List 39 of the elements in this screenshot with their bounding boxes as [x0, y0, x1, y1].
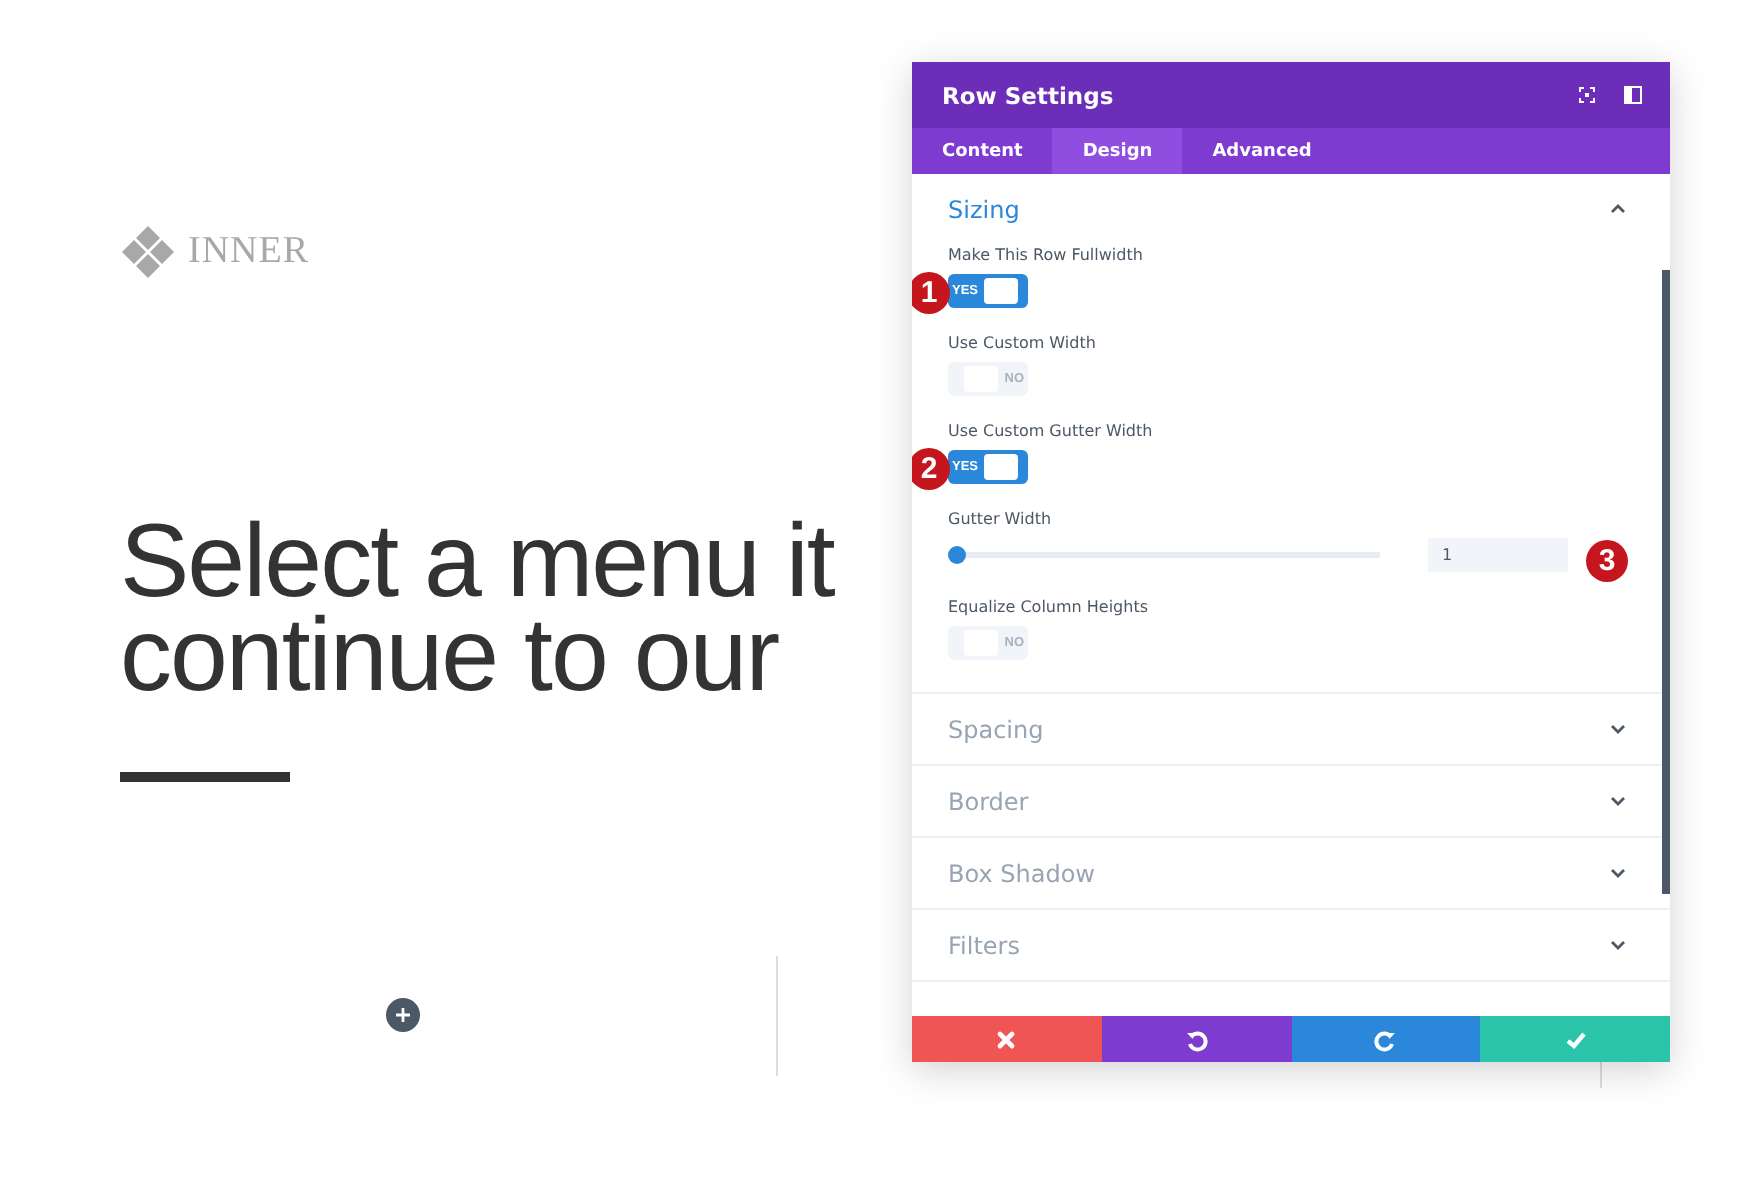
logo-text: INNER: [188, 230, 310, 274]
close-icon: [994, 1027, 1019, 1051]
page-heading: Select a menu it continue to our: [120, 516, 834, 704]
sidebar-icon[interactable]: [1624, 86, 1642, 104]
chevron-icon[interactable]: [1610, 204, 1626, 214]
number-badge: 3: [1586, 540, 1628, 582]
setting-label: Make This Row Fullwidth: [948, 246, 1145, 264]
setting-label: Equalize Column Heights: [948, 598, 1151, 616]
undo-icon: [1184, 1027, 1209, 1051]
number-badge: 1: [912, 272, 950, 314]
section-title[interactable]: Sizing: [948, 195, 1020, 223]
chevron-icon[interactable]: [1610, 940, 1626, 950]
chevron-icon[interactable]: [1610, 796, 1626, 806]
setting-label: Use Custom Width: [948, 334, 1098, 352]
redo-icon: [1373, 1027, 1398, 1051]
chevron-icon[interactable]: [1610, 868, 1626, 878]
setting-label: Use Custom Gutter Width: [948, 422, 1155, 440]
scrollbar[interactable]: [1662, 270, 1670, 894]
add-icon[interactable]: [386, 998, 420, 1032]
expand-icon[interactable]: [1578, 86, 1596, 104]
setting-label: Gutter Width: [948, 510, 1054, 528]
tab[interactable]: Content: [912, 128, 1053, 174]
check-icon: [1563, 1027, 1588, 1051]
section-title[interactable]: Filters: [948, 931, 1020, 959]
section-title[interactable]: Box Shadow: [948, 859, 1095, 887]
slider-handle[interactable]: [948, 546, 966, 564]
slider[interactable]: [948, 546, 1380, 564]
diamond-logo-icon: [120, 224, 176, 280]
chevron-icon[interactable]: [1610, 724, 1626, 734]
number-field[interactable]: 1: [1428, 538, 1568, 572]
panel-title: Row Settings: [942, 81, 1116, 109]
section-title[interactable]: Border: [948, 787, 1029, 815]
tab[interactable]: Design: [1052, 128, 1183, 174]
section-title[interactable]: Spacing: [948, 715, 1044, 743]
number-badge: 2: [912, 448, 950, 490]
undo-button[interactable]: [1101, 1016, 1291, 1062]
tab[interactable]: Advanced: [1182, 128, 1342, 174]
close-button[interactable]: [912, 1016, 1102, 1062]
check-button[interactable]: [1480, 1016, 1670, 1062]
